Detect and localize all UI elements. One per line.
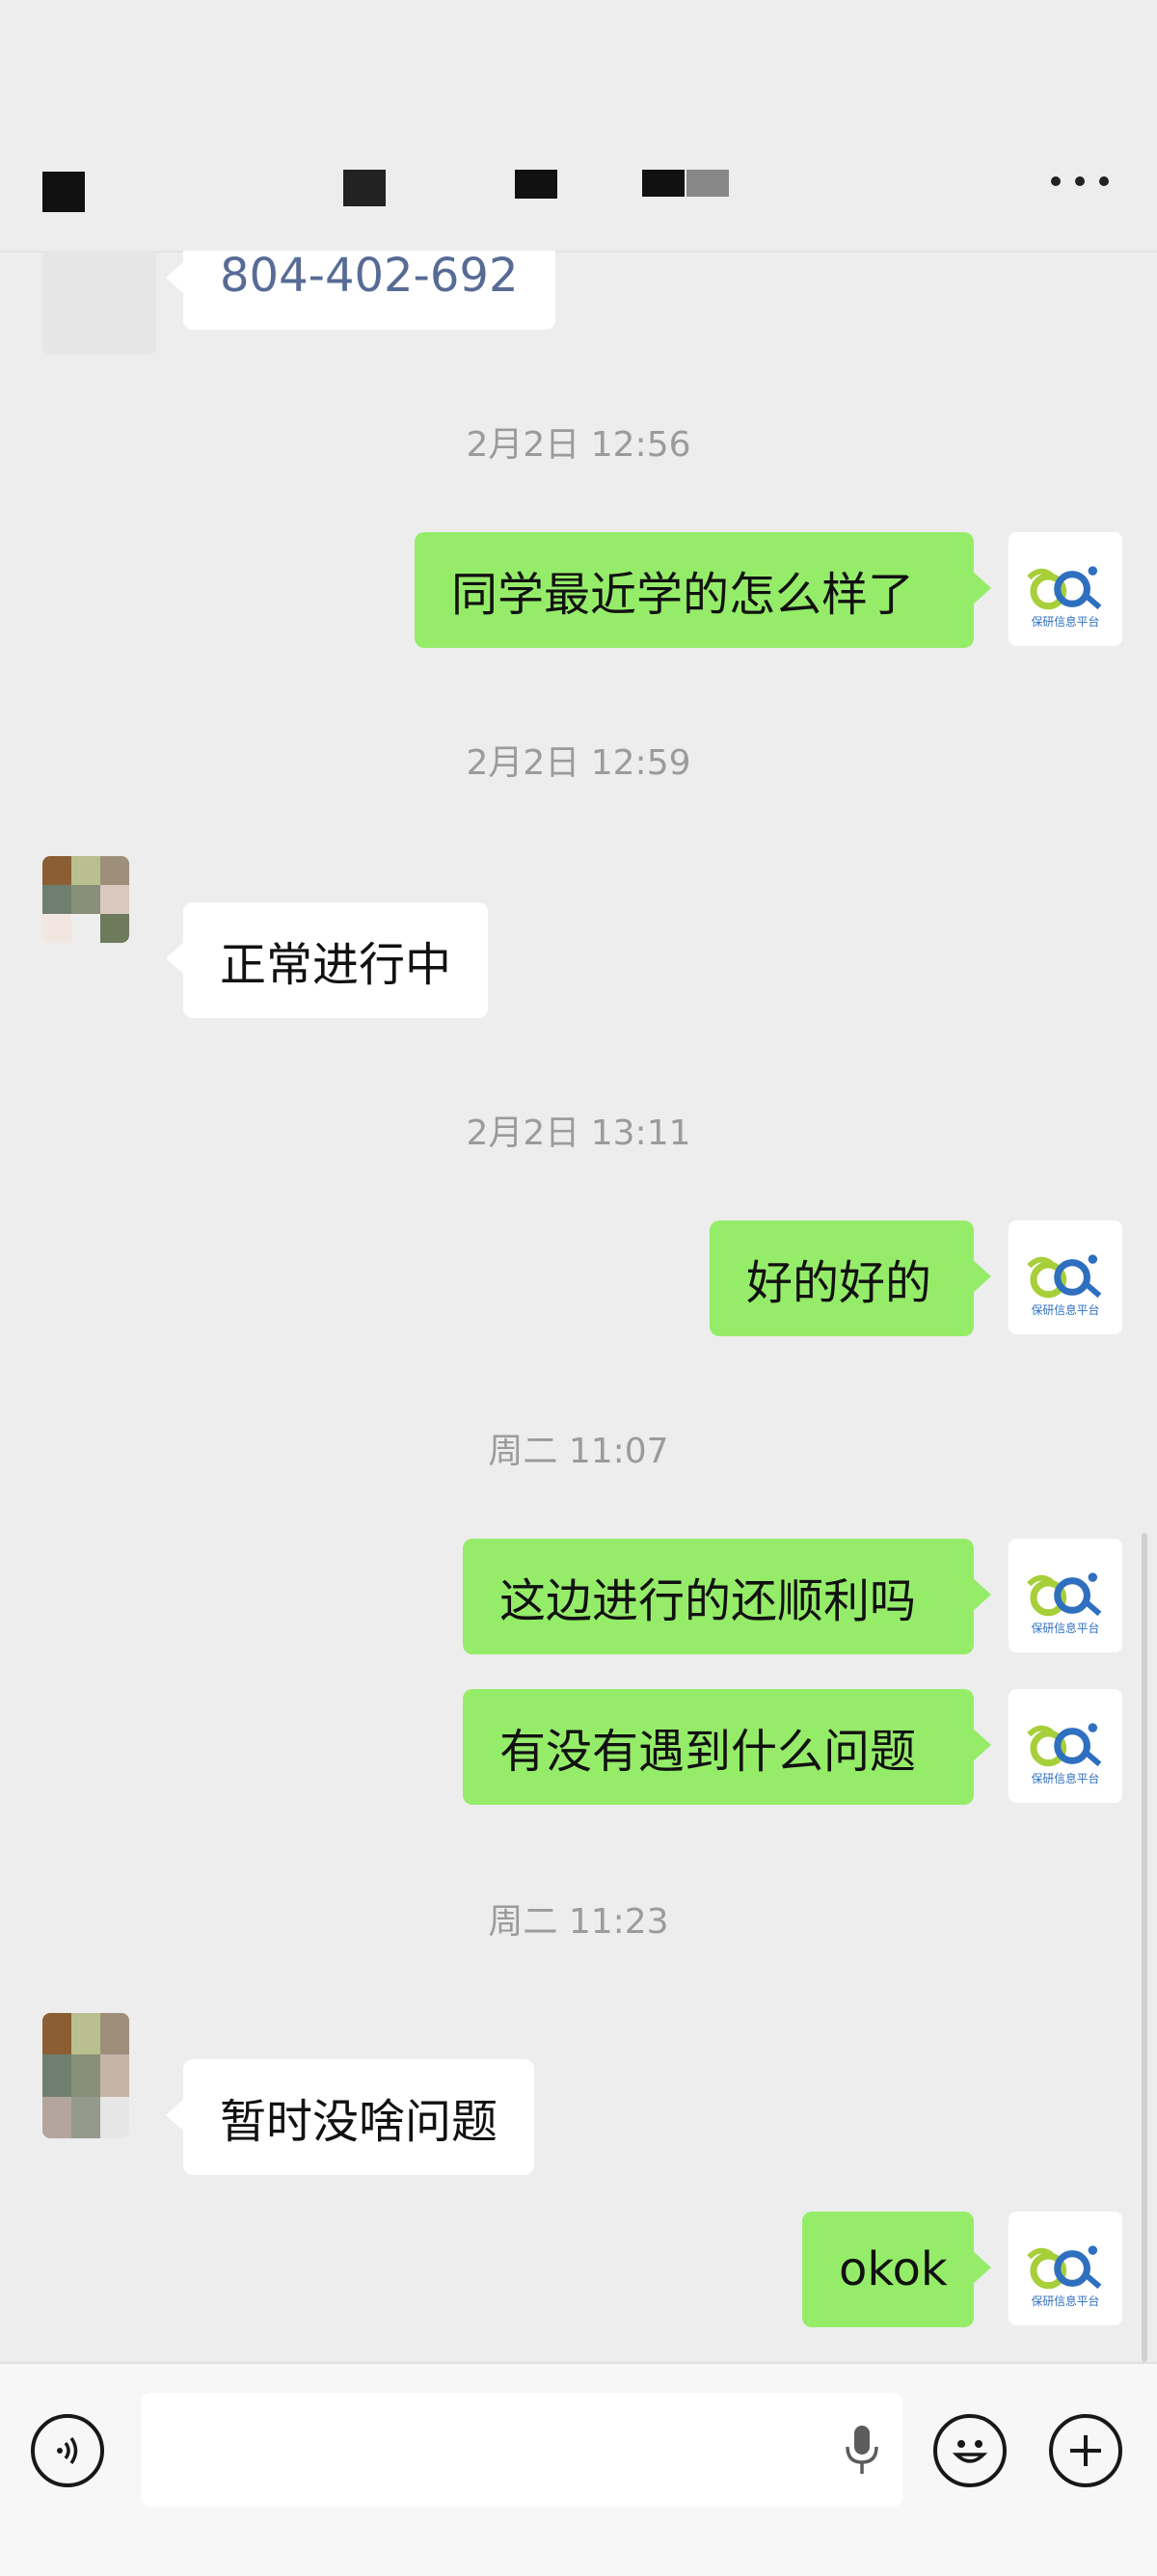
title-redacted bbox=[642, 170, 685, 197]
chat-header bbox=[0, 0, 1157, 253]
back-button-redacted[interactable] bbox=[42, 172, 85, 212]
input-bar bbox=[0, 2362, 1157, 2576]
plus-sign-icon bbox=[1070, 2435, 1101, 2466]
message-bubble[interactable]: 这边进行的还顺利吗 bbox=[463, 1539, 991, 1654]
title-redacted bbox=[686, 170, 729, 197]
my-avatar[interactable]: 保研信息平台 bbox=[1009, 1221, 1122, 1334]
logo-text: 保研信息平台 bbox=[1032, 1303, 1100, 1317]
contact-avatar[interactable] bbox=[42, 251, 156, 355]
message-bubble[interactable]: 804-402-692 bbox=[166, 251, 555, 330]
message-bubble[interactable]: 好的好的 bbox=[710, 1221, 991, 1336]
message-text: 这边进行的还顺利吗 bbox=[499, 1574, 917, 1628]
message-text: 同学最近学的怎么样了 bbox=[451, 568, 915, 622]
smile-face-icon bbox=[952, 2440, 988, 2463]
logo-icon: 保研信息平台 bbox=[1027, 1254, 1102, 1317]
more-icon[interactable] bbox=[1051, 172, 1109, 191]
plus-icon[interactable] bbox=[1049, 2414, 1122, 2487]
logo-icon: 保研信息平台 bbox=[1027, 566, 1102, 629]
logo-text: 保研信息平台 bbox=[1032, 615, 1100, 629]
logo-text: 保研信息平台 bbox=[1032, 1622, 1100, 1635]
title-redacted bbox=[515, 170, 557, 199]
message-text: 暂时没啥问题 bbox=[220, 2095, 498, 2149]
my-avatar[interactable]: 保研信息平台 bbox=[1009, 1689, 1122, 1803]
message-bubble[interactable]: 正常进行中 bbox=[165, 902, 489, 1018]
title-redacted bbox=[343, 170, 386, 206]
timestamp: 周二 11:23 bbox=[488, 1902, 669, 1942]
logo-icon: 保研信息平台 bbox=[1027, 2245, 1102, 2308]
my-avatar[interactable]: 保研信息平台 bbox=[1009, 2212, 1122, 2325]
message-input[interactable] bbox=[141, 2393, 902, 2507]
my-avatar[interactable]: 保研信息平台 bbox=[1009, 532, 1122, 646]
timestamp: 周二 11:07 bbox=[488, 1432, 669, 1471]
timestamp: 2月2日 13:11 bbox=[466, 1114, 691, 1153]
emoji-icon[interactable] bbox=[933, 2414, 1007, 2487]
contact-avatar[interactable] bbox=[42, 2013, 129, 2138]
message-bubble[interactable]: okok bbox=[802, 2212, 991, 2327]
logo-icon: 保研信息平台 bbox=[1027, 1572, 1102, 1635]
message-text: 有没有遇到什么问题 bbox=[499, 1725, 917, 1779]
message-text: 好的好的 bbox=[746, 1256, 932, 1310]
message-text: 正常进行中 bbox=[220, 938, 452, 992]
message-bubble[interactable]: 同学最近学的怎么样了 bbox=[415, 532, 991, 648]
message-bubble[interactable]: 暂时没啥问题 bbox=[165, 2059, 535, 2175]
timestamp: 2月2日 12:59 bbox=[466, 743, 691, 783]
message-list[interactable]: 804-402-692 2月2日 12:56 同学最近学的怎么样了 保研信息平台… bbox=[0, 251, 1157, 2362]
message-bubble[interactable]: 有没有遇到什么问题 bbox=[463, 1689, 991, 1805]
voice-icon[interactable] bbox=[31, 2414, 104, 2487]
contact-avatar[interactable] bbox=[42, 856, 129, 943]
logo-icon: 保研信息平台 bbox=[1027, 1723, 1102, 1785]
message-text: okok bbox=[839, 2242, 948, 2296]
timestamp: 2月2日 12:56 bbox=[466, 425, 691, 465]
logo-text: 保研信息平台 bbox=[1032, 2294, 1100, 2308]
scrollbar[interactable] bbox=[1142, 1533, 1147, 2362]
mic-icon[interactable] bbox=[843, 2424, 881, 2478]
voice-wave-icon bbox=[57, 2437, 78, 2464]
phone-link[interactable]: 804-402-692 bbox=[220, 251, 519, 303]
my-avatar[interactable]: 保研信息平台 bbox=[1009, 1539, 1122, 1652]
logo-text: 保研信息平台 bbox=[1032, 1772, 1100, 1785]
